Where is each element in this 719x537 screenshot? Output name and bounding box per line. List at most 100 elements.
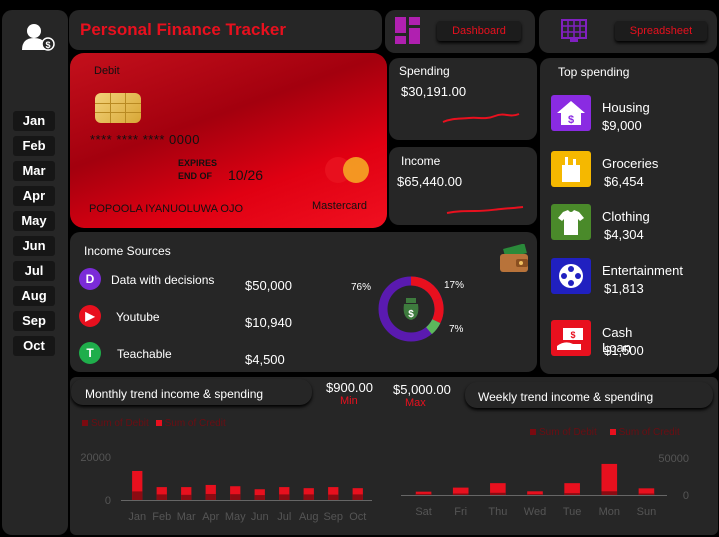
x-tick-label: Sep (323, 511, 343, 523)
x-tick-label: May (225, 511, 246, 523)
debit-bar (132, 491, 143, 500)
x-tick-label: Sat (415, 506, 432, 518)
month-slicer-mar[interactable]: Mar (13, 161, 55, 181)
svg-text:$: $ (568, 114, 574, 126)
monthly-trend-tab[interactable]: Monthly trend income & spending (71, 379, 312, 405)
month-slicer-jan[interactable]: Jan (13, 111, 55, 131)
data-with-decisions-icon: D (79, 268, 101, 290)
x-tick-label: Tue (563, 506, 582, 518)
wallet-money-icon (500, 244, 528, 272)
income-value: $65,440.00 (397, 174, 463, 189)
x-tick-label: Apr (202, 511, 219, 523)
y-tick-label: 0 (105, 495, 111, 507)
monthly-trend-title: Monthly trend income & spending (85, 387, 264, 401)
credit-bar (601, 463, 618, 495)
month-slicer-jul[interactable]: Jul (13, 261, 55, 281)
debit-bar (279, 494, 290, 500)
weekly-trend-chart: 0 50000 Sat Fri Thu Wed Tue Mon Sun (401, 453, 689, 518)
spending-label: Spending (399, 64, 450, 78)
debit-bar (303, 494, 314, 500)
monthly-legend: Sum of Debit Sum of Credit (82, 418, 226, 429)
top-spending-value: $6,454 (604, 174, 644, 189)
month-slicer-sep[interactable]: Sep (13, 311, 55, 331)
max-label: Max (405, 397, 426, 409)
month-slicer-oct[interactable]: Oct (13, 336, 55, 356)
card-number: **** **** **** 0000 (90, 132, 200, 147)
income-sparkline (446, 206, 524, 214)
card-expiry: 10/26 (228, 167, 264, 183)
debit-bar (638, 493, 655, 495)
min-label: Min (340, 395, 358, 407)
debit-bar (328, 494, 339, 500)
x-tick-label: Jul (277, 511, 291, 523)
expires-label: EXPIRES (178, 158, 218, 168)
spending-sparkline (442, 113, 520, 123)
income-source-name: Youtube (116, 310, 160, 324)
spreadsheet-button[interactable]: Spreadsheet (615, 21, 707, 41)
dashboard-button[interactable]: Dashboard (437, 21, 521, 41)
end-of-label: END OF (178, 171, 213, 181)
weekly-trend-tab[interactable]: Weekly trend income & spending (465, 382, 713, 408)
debit-bar (230, 494, 241, 500)
cash-hand-icon: $ (551, 320, 591, 356)
monthly-trend-chart: 0 20000 Jan Feb Mar Apr May Jun Jul Aug Sep Oct (80, 452, 372, 523)
shirt-icon (551, 204, 591, 240)
x-tick-label: Jan (128, 511, 146, 523)
film-reel-icon (551, 258, 591, 294)
x-tick-label: Thu (488, 506, 507, 518)
top-spending-panel: Top spending $ Housing $9,000 Groceries $6,4… (540, 58, 718, 374)
month-slicer-feb[interactable]: Feb (13, 136, 55, 156)
max-value: $5,000.00 (393, 382, 451, 397)
debit-bar (490, 492, 506, 495)
monthly-legend-debit: Sum of Debit (82, 418, 149, 429)
spreadsheet-icon (561, 19, 587, 42)
income-sources-panel: Income Sources D Data with decisions $50,0… (70, 232, 537, 372)
debit-bar (527, 494, 543, 495)
debit-bar (181, 494, 192, 500)
spreadsheet-nav: Spreadsheet (539, 10, 717, 53)
top-spending-name: Entertainment (602, 263, 683, 278)
mastercard-logo-right (343, 157, 369, 183)
y-tick-label: 20000 (80, 452, 111, 464)
top-spending-value: $4,304 (604, 227, 644, 242)
youtube-icon: ▶ (79, 305, 101, 327)
debit-bar (564, 493, 580, 495)
debit-bar (254, 495, 265, 500)
x-tick-label: Mar (177, 511, 196, 523)
month-slicer-apr[interactable]: Apr (13, 186, 55, 206)
svg-text:$: $ (45, 40, 50, 50)
x-tick-label: Mon (599, 506, 620, 518)
x-tick-label: Fri (454, 506, 467, 518)
income-panel: Income $65,440.00 (389, 147, 537, 225)
income-donut-chart: $ (378, 276, 444, 342)
card-type-label: Debit (94, 65, 120, 77)
debit-bar (601, 491, 618, 495)
donut-label-76: 76% (351, 282, 372, 293)
user-money-icon: $ (22, 24, 55, 51)
weekly-legend-credit: Sum of Credit (609, 427, 680, 438)
top-spending-value: $1,813 (604, 281, 644, 296)
debit-bar (452, 493, 469, 495)
month-slicer-aug[interactable]: Aug (13, 286, 55, 306)
x-tick-label: Wed (524, 506, 546, 518)
debit-bar (352, 494, 363, 500)
spending-panel: Spending $30,191.00 (389, 58, 537, 140)
chip-icon (95, 93, 141, 123)
income-source-value: $10,940 (245, 315, 292, 330)
income-source-name: Data with decisions (111, 273, 215, 287)
x-tick-label: Oct (349, 511, 366, 523)
weekly-trend-title: Weekly trend income & spending (478, 390, 654, 404)
card-holder: POPOOLA IYANUOLUWA OJO (89, 203, 244, 215)
monthly-legend-credit: Sum of Credit (155, 418, 226, 429)
y-tick-label: 0 (683, 490, 689, 502)
x-tick-label: Feb (152, 511, 171, 523)
income-source-name: Teachable (117, 347, 172, 361)
card-network: Mastercard (312, 200, 368, 212)
top-spending-name: Clothing (602, 209, 650, 224)
month-slicer-jun[interactable]: Jun (13, 236, 55, 256)
svg-text:$: $ (408, 309, 414, 320)
top-spending-value: $9,000 (602, 118, 642, 133)
y-tick-label: 50000 (658, 453, 689, 465)
month-slicer-may[interactable]: May (13, 211, 55, 231)
top-spending-value: $1,500 (604, 343, 644, 358)
